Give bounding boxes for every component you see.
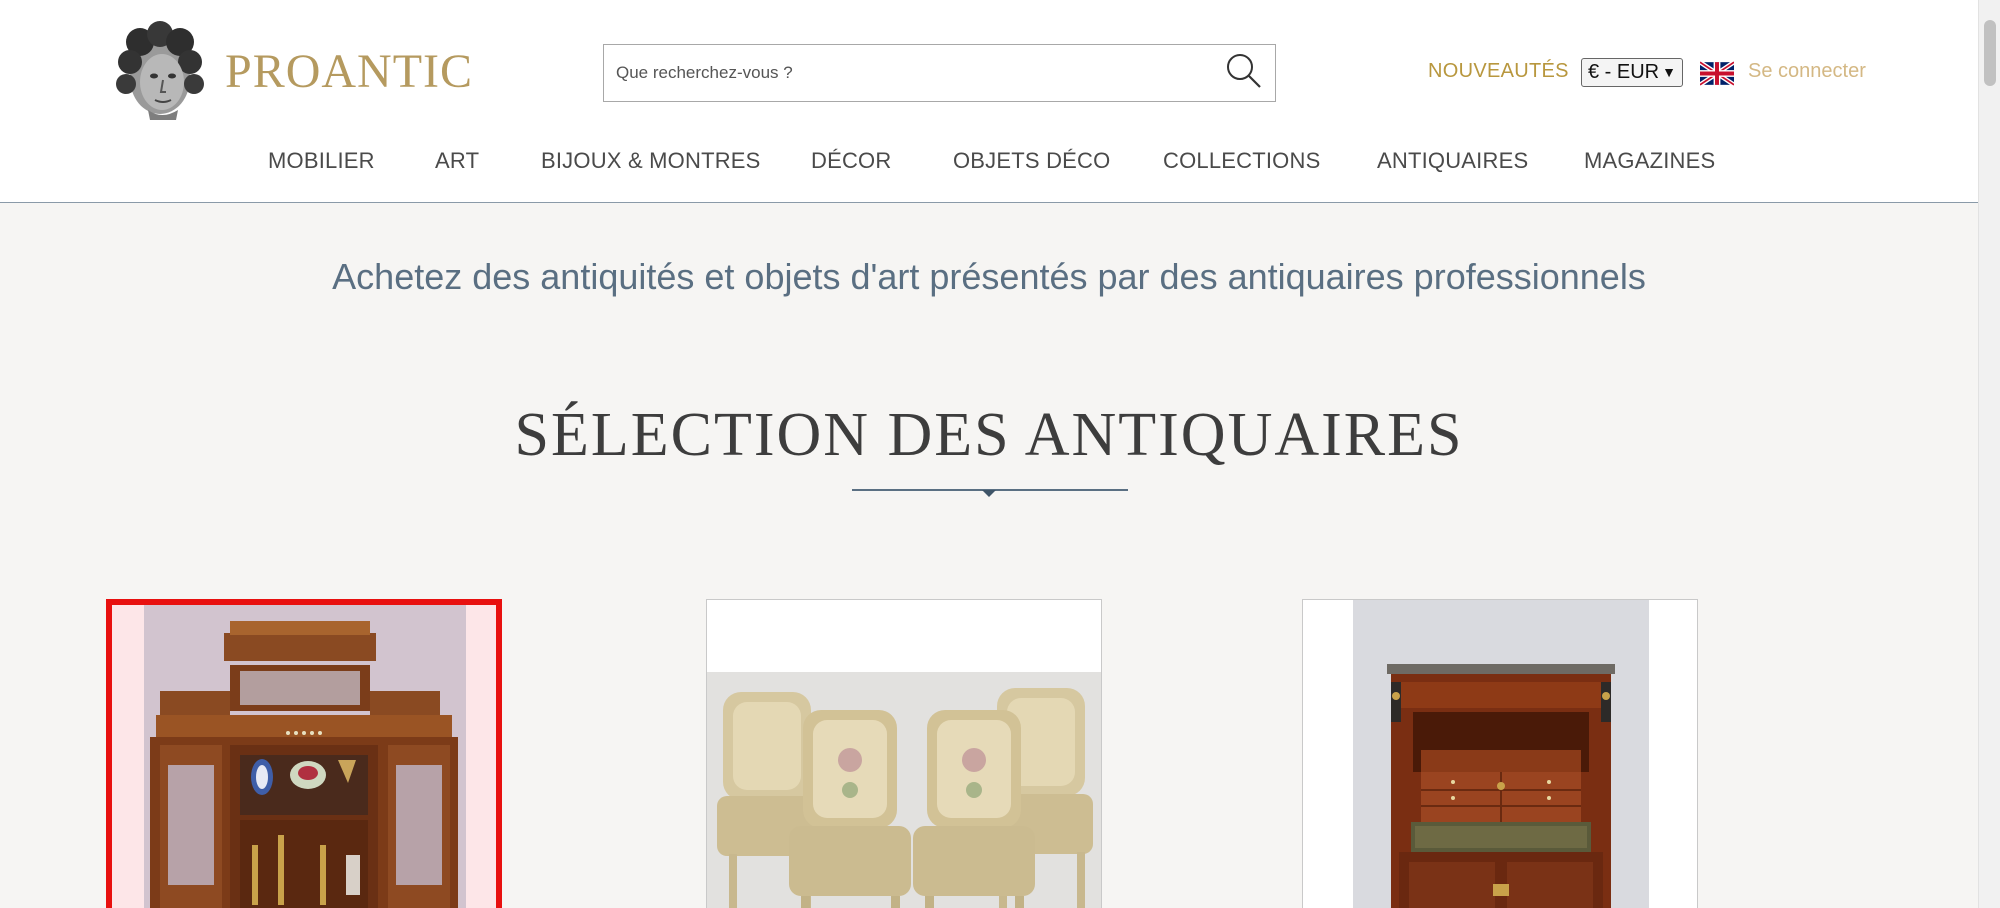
product-card-cabinet[interactable] bbox=[106, 599, 502, 908]
display-cabinet-image bbox=[112, 605, 496, 908]
site-header: PROANTIC NOUVEAUTÉS € - EUR ▼ Se connect… bbox=[0, 0, 1978, 203]
search-input[interactable] bbox=[616, 45, 1196, 101]
nav-item-objets-deco[interactable]: OBJETS DÉCO bbox=[953, 148, 1110, 174]
nav-item-antiquaires[interactable]: ANTIQUAIRES bbox=[1377, 148, 1528, 174]
currency-selected-value: € - EUR bbox=[1588, 61, 1660, 83]
nav-item-collections[interactable]: COLLECTIONS bbox=[1163, 148, 1320, 174]
secretaire-desk-image bbox=[1303, 600, 1697, 908]
page-tagline: Achetez des antiquités et objets d'art p… bbox=[332, 256, 1646, 297]
search-box bbox=[603, 44, 1276, 102]
page-scrollbar[interactable] bbox=[1978, 0, 2000, 908]
logo-wordmark[interactable]: PROANTIC bbox=[225, 44, 473, 99]
divider-diamond-icon bbox=[982, 490, 996, 497]
search-icon[interactable] bbox=[1224, 51, 1264, 91]
product-card-secretaire[interactable] bbox=[1302, 599, 1698, 908]
currency-select[interactable]: € - EUR ▼ bbox=[1581, 58, 1683, 87]
nav-item-decor[interactable]: DÉCOR bbox=[811, 148, 891, 174]
login-link[interactable]: Se connecter bbox=[1748, 60, 1866, 83]
four-armchairs-image bbox=[707, 600, 1101, 908]
nav-item-mobilier[interactable]: MOBILIER bbox=[268, 148, 375, 174]
nav-item-art[interactable]: ART bbox=[435, 148, 479, 174]
new-arrivals-link[interactable]: NOUVEAUTÉS bbox=[1428, 60, 1569, 83]
chevron-down-icon: ▼ bbox=[1662, 64, 1676, 80]
scrollbar-thumb[interactable] bbox=[1984, 20, 1996, 86]
nav-item-bijoux-montres[interactable]: BIJOUX & MONTRES bbox=[541, 148, 761, 174]
logo-head-icon[interactable] bbox=[110, 20, 210, 122]
main-nav: MOBILIER ART BIJOUX & MONTRES DÉCOR OBJE… bbox=[0, 148, 1978, 178]
section-title: SÉLECTION DES ANTIQUAIRES bbox=[514, 401, 1464, 469]
uk-flag-icon[interactable] bbox=[1698, 60, 1736, 87]
nav-item-magazines[interactable]: MAGAZINES bbox=[1584, 148, 1715, 174]
product-card-armchairs[interactable] bbox=[706, 599, 1102, 908]
